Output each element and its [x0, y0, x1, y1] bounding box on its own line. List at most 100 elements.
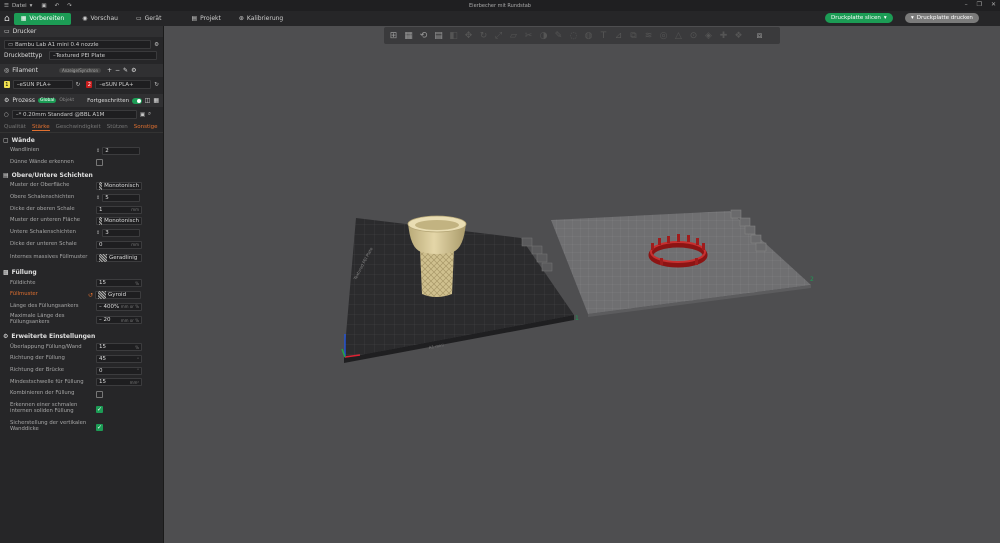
support-paint-icon[interactable]: ✎ [552, 29, 565, 42]
lay-on-face-icon[interactable]: ▱ [507, 29, 520, 42]
plate-1-orient-icon[interactable] [541, 262, 553, 272]
process-object-toggle[interactable]: Objekt [59, 98, 74, 103]
top-layers-input[interactable]: 5 [102, 193, 141, 202]
filament-slot-1-swatch[interactable]: 1 [4, 81, 10, 88]
filament-slot-2-select[interactable]: – eSUN PLA+ [95, 80, 152, 89]
plate-1-lock-icon[interactable] [531, 245, 543, 255]
filament-slot-1-select[interactable]: – eSUN PLA+ [12, 80, 73, 89]
plate-2-close-icon[interactable] [730, 209, 742, 219]
move-icon[interactable]: ✥ [462, 29, 475, 42]
process-global-toggle[interactable]: Global [38, 98, 57, 103]
infill-overlap-input[interactable]: 15% [96, 343, 142, 352]
internal-pattern-select[interactable]: Geradlinig [96, 254, 142, 262]
chevron-down-icon[interactable]: ▾ [30, 3, 33, 9]
emboss-icon[interactable]: ◈ [702, 29, 715, 42]
scale-icon[interactable]: ⤢ [492, 29, 505, 42]
preset-grid-icon[interactable]: ▦ [153, 97, 159, 104]
stepper-icon[interactable]: ⇕ [96, 195, 100, 201]
settings-icon[interactable]: ⚙ [154, 42, 159, 48]
infill-anchor-max-input[interactable]: – 20 mm or % [96, 316, 142, 325]
bed-type-select[interactable]: – Textured PEI Plate [49, 51, 157, 60]
explode-icon[interactable]: ❖ [732, 29, 745, 42]
vertical-shell-checkbox[interactable]: ✓ [96, 423, 103, 431]
rotate-icon[interactable]: ↻ [477, 29, 490, 42]
split-icon[interactable]: ◧ [447, 29, 460, 42]
color-paint-icon[interactable]: ◍ [582, 29, 595, 42]
plate-2-arrange-icon[interactable] [744, 225, 756, 235]
view-options-icon[interactable]: ⧈ [753, 29, 766, 42]
bottom-pattern-select[interactable]: Monotonisch [96, 217, 142, 226]
top-thickness-input[interactable]: 1 mm [96, 205, 142, 214]
stepper-icon[interactable]: ⇕ [96, 230, 100, 236]
fix-model-icon[interactable]: ✚ [717, 29, 730, 42]
plate-2-settings-icon[interactable] [755, 242, 767, 252]
add-object-icon[interactable]: ⊞ [387, 29, 400, 42]
cut-icon[interactable]: ✂ [522, 29, 535, 42]
tab-calibration[interactable]: ⊛ Kalibrierung [232, 13, 290, 25]
plate-1-close-icon[interactable] [521, 237, 533, 247]
tab-device[interactable]: ▭ Gerät [129, 13, 169, 25]
filament-slot-2-swatch[interactable]: 2 [86, 81, 93, 88]
min-area-input[interactable]: 15 mm² [96, 378, 142, 387]
bridge-direction-input[interactable]: 0 ° [96, 366, 142, 375]
printer-select[interactable]: ▭ Bambu Lab A1 mini 0.4 nozzle [4, 40, 152, 49]
text-icon[interactable]: T [597, 29, 610, 42]
bottom-layers-input[interactable]: 3 [102, 228, 141, 237]
tab-preview[interactable]: ◉ Vorschau [75, 13, 125, 25]
simplify-icon[interactable]: △ [672, 29, 685, 42]
drill-icon[interactable]: ⊙ [687, 29, 700, 42]
plate-grid-icon[interactable]: ▦ [402, 29, 415, 42]
compare-icon[interactable]: ◫ [145, 97, 151, 104]
variable-layer-icon[interactable]: ≋ [642, 29, 655, 42]
remove-icon[interactable]: − [115, 67, 120, 74]
bottom-thickness-input[interactable]: 0 mm [96, 240, 142, 249]
reset-icon[interactable]: ↺ [88, 292, 93, 299]
arrange-icon[interactable]: ▤ [432, 29, 445, 42]
hamburger-menu-icon[interactable]: ☰ [4, 3, 9, 9]
plate-1-arrange-icon[interactable] [536, 253, 548, 263]
print-plate-button[interactable]: ▾ Druckplatte drucken [905, 13, 979, 23]
advanced-toggle[interactable] [132, 97, 142, 104]
brim-ears-icon[interactable]: ◎ [657, 29, 670, 42]
infill-density-input[interactable]: 15% [96, 279, 142, 288]
stepper-icon[interactable]: ⇕ [96, 148, 100, 154]
measure-icon[interactable]: ⊿ [612, 29, 625, 42]
settings-icon[interactable]: ⚙ [131, 67, 136, 74]
subtab-others[interactable]: Sonstige [134, 124, 158, 130]
seam-paint-icon[interactable]: ◌ [567, 29, 580, 42]
auto-orient-icon[interactable]: ⟲ [417, 29, 430, 42]
combine-infill-checkbox[interactable] [96, 390, 103, 398]
infill-anchor-input[interactable]: – 400% mm or % [96, 302, 142, 311]
save-icon[interactable]: ▣ [41, 3, 46, 9]
3d-viewport[interactable]: A1 mini Textured PEI Plate 1 2 [164, 44, 1000, 543]
minimize-icon[interactable]: – [965, 1, 968, 8]
infill-pattern-select[interactable]: Gyroid [95, 291, 142, 300]
tab-project[interactable]: ▤ Projekt [184, 13, 227, 25]
slice-plate-button[interactable]: Druckplatte slicen ▾ [825, 13, 893, 23]
add-icon[interactable]: + [107, 67, 112, 74]
undo-icon[interactable]: ↶ [55, 3, 60, 9]
top-pattern-select[interactable]: Monotonisch [96, 182, 142, 191]
subtab-strength[interactable]: Stärke [31, 124, 50, 131]
process-preset-select[interactable]: – * 0.20mm Standard @BBL A1M [11, 110, 137, 119]
narrow-solid-infill-checkbox[interactable]: ✓ [96, 405, 103, 413]
mesh-boolean-icon[interactable]: ◑ [537, 29, 550, 42]
plate-2-orient-icon[interactable] [750, 234, 762, 244]
filament-sync-icon[interactable]: ↻ [154, 82, 159, 88]
subtab-support[interactable]: Stützen [107, 124, 128, 130]
tab-prepare[interactable]: ▦ Vorbereiten [13, 12, 72, 25]
filament-edit-icon[interactable]: ✎ [123, 67, 128, 74]
subtab-quality[interactable]: Qualität [4, 124, 26, 130]
file-menu[interactable]: Datei [12, 3, 27, 9]
home-icon[interactable]: ⌂ [0, 14, 14, 24]
search-icon[interactable]: ⌕ [148, 111, 151, 118]
close-icon[interactable]: ✕ [991, 1, 996, 8]
save-preset-icon[interactable]: ▣ [140, 112, 145, 118]
plate-2-lock-icon[interactable] [739, 217, 751, 227]
filament-sync-icon[interactable]: ↻ [76, 82, 84, 88]
thin-walls-checkbox[interactable] [96, 159, 103, 167]
infill-direction-input[interactable]: 45 ° [96, 355, 142, 364]
redo-icon[interactable]: ↷ [67, 3, 72, 9]
subtab-speed[interactable]: Geschwindigkeit [56, 124, 101, 130]
maximize-icon[interactable]: ❐ [977, 1, 982, 8]
